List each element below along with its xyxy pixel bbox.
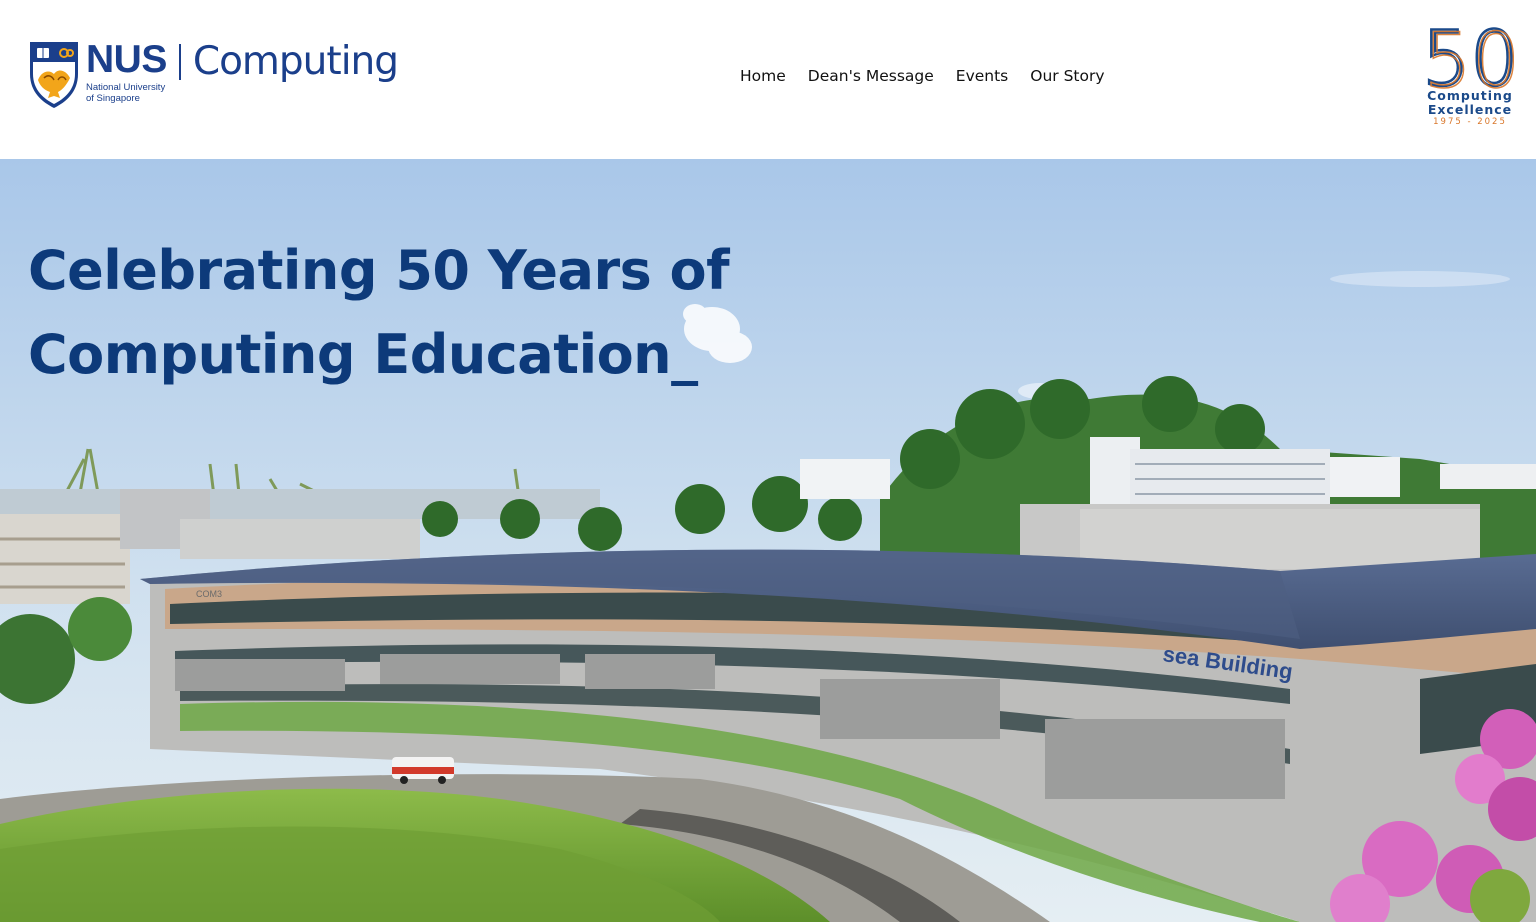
logo-divider [178,44,181,80]
main-nav: Home Dean's Message Events Our Story [740,67,1105,85]
badge-number-shadow: 50 [1426,25,1514,89]
nus-wordmark-text: NUS [86,38,167,81]
nav-item-our-story[interactable]: Our Story [1030,67,1104,85]
faculty-wordmark: Computing [192,39,399,84]
nus-subtitle-line2: of Singapore [86,93,140,104]
badge-line1: Computing [1427,88,1513,103]
fifty-years-badge[interactable]: 50 50 Computing Excellence 1975 - 2025 [1424,25,1516,133]
hero-title: Celebrating 50 Years of Computing Educat… [28,229,730,397]
nav-item-events[interactable]: Events [956,67,1008,85]
hero-banner: sea Building COM3 Celebrating 50 Years o… [0,159,1536,922]
nus-subtitle-line1: National University [86,82,166,93]
nav-item-deans-message[interactable]: Dean's Message [808,67,934,85]
site-header: NUS National University of Singapore Com… [0,0,1536,159]
block-signage: COM3 [196,589,222,599]
hero-title-line2: Computing Education_ [28,323,698,386]
fifty-logo-icon: 50 50 [1426,25,1514,89]
nav-item-home[interactable]: Home [740,67,786,85]
nus-crest-icon [30,42,78,108]
nus-computing-logo[interactable]: NUS National University of Singapore Com… [28,38,399,112]
nus-wordmark: NUS National University of Singapore [86,38,167,105]
badge-line2: Excellence [1427,102,1513,117]
badge-years: 1975 - 2025 [1433,117,1507,127]
hero-title-line1: Celebrating 50 Years of [28,239,730,302]
